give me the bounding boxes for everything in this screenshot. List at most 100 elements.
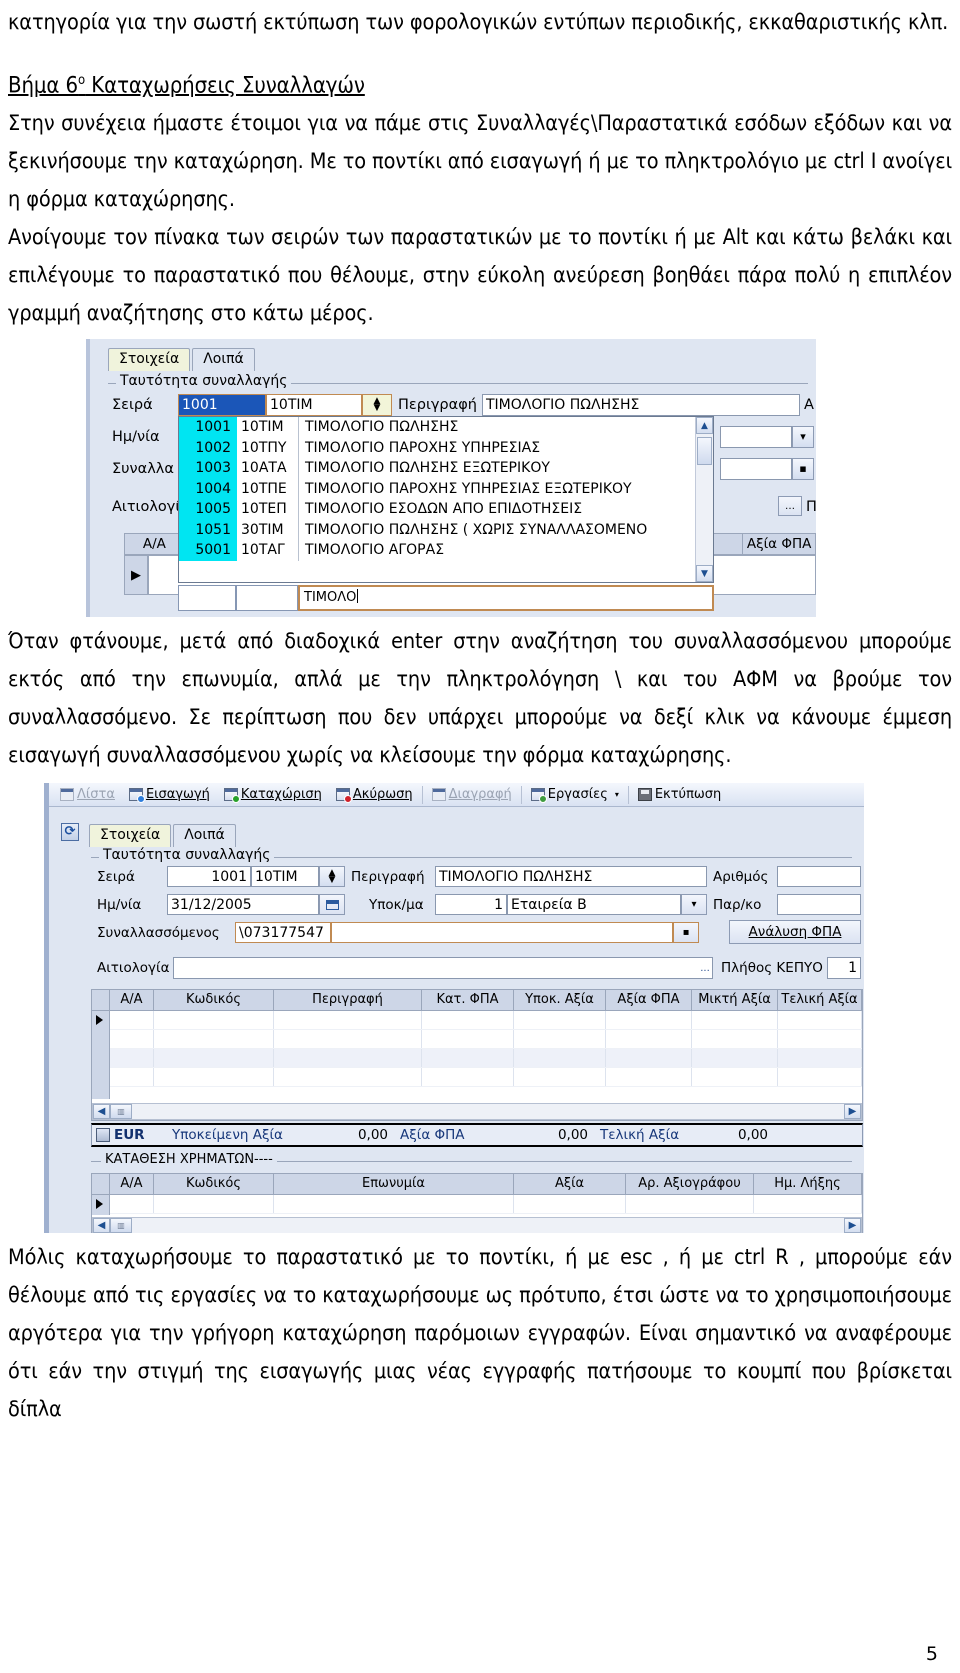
dropdown-item[interactable]: 1051 30ΤΙΜ ΤΙΜΟΛΟΓΙΟ ΠΩΛΗΣΗΣ ( ΧΩΡΙΣ ΣΥΝ…: [179, 519, 695, 541]
cell: [110, 1195, 154, 1214]
scroll-up-icon[interactable]: ▲: [696, 417, 713, 435]
input-hmnia[interactable]: [720, 426, 792, 449]
tab-loipa[interactable]: Λοιπά: [173, 824, 236, 848]
input-arithmos[interactable]: [777, 866, 861, 888]
chevron-down-icon[interactable]: ▾: [615, 790, 619, 799]
input-perigrafi[interactable]: ΤΙΜΟΛΟΓΙΟ ΠΩΛΗΣΗΣ: [482, 394, 800, 417]
paragraph-4: Όταν φτάνουμε, μετά από διαδοχικά enter …: [8, 629, 952, 769]
dropdown-item[interactable]: 1005 10ΤΕΠ ΤΙΜΟΛΟΓΙΟ ΕΣΟΔΩΝ ΑΠΟ ΕΠΙΔΟΤΗΣ…: [179, 499, 695, 520]
scroll-left-icon[interactable]: ◀: [93, 1218, 110, 1234]
document-page: κατηγορία για την σωστή εκτύπωση των φορ…: [0, 0, 960, 1673]
dropdown-item-desc: ΤΙΜΟΛΟΓΙΟ ΠΩΛΗΣΗΣ: [305, 419, 459, 436]
cell: [514, 1049, 606, 1068]
search-cell-code[interactable]: [178, 585, 236, 612]
cell: [514, 1011, 606, 1030]
dropdown-item-abbr: 10ΤΙΜ: [237, 417, 299, 438]
series-dropdown-list[interactable]: 1001 10ΤΙΜ ΤΙΜΟΛΟΓΙΟ ΠΩΛΗΣΗΣ 1002 10ΤΠΥ …: [178, 416, 714, 584]
tab-stoixeia[interactable]: Στοιχεία: [89, 824, 172, 848]
dropdown-item[interactable]: 1003 10ΑΤΑ ΤΙΜΟΛΟΓΙΟ ΠΩΛΗΣΗΣ ΕΞΩΤΕΡΙΚΟΥ: [179, 458, 695, 479]
paragraph-5: Μόλις καταχωρήσουμε το παραστατικό με το…: [8, 1245, 952, 1423]
analysi-fpa-button[interactable]: Ανάλυση ΦΠΑ: [729, 920, 861, 945]
dropdown-item-abbr: 10ΑΤΑ: [237, 458, 299, 479]
hscrollbar-thumb[interactable]: ▥: [110, 1104, 132, 1120]
refresh-icon[interactable]: ⟳: [61, 823, 79, 842]
input-seira-code[interactable]: 1001: [178, 394, 266, 417]
dropdown-item[interactable]: 1002 10ΤΠΥ ΤΙΜΟΛΟΓΙΟ ΠΑΡΟΧΗΣ ΥΠΗΡΕΣΙΑΣ: [179, 437, 695, 459]
cell: [274, 1030, 422, 1049]
lines-grid-body[interactable]: [92, 1011, 862, 1100]
input-ypokma-name[interactable]: Εταιρεία Β: [507, 894, 681, 916]
grid-row-gutter: [92, 1011, 110, 1100]
heading-text: Καταχωρήσεις Συναλλαγών: [85, 73, 365, 99]
cell: [606, 1011, 692, 1030]
aitiologia-ellipsis-button[interactable]: …: [778, 496, 802, 517]
dropdown-item[interactable]: 5001 10ΤΑΓ ΤΙΜΟΛΟΓΙΟ ΑΓΟΡΑΣ: [179, 540, 695, 561]
scroll-right-icon[interactable]: ▶: [844, 1104, 861, 1120]
seira-spin-button[interactable]: ▲ ▼: [362, 394, 392, 417]
dropdown-scrollbar[interactable]: ▲ ▼: [695, 417, 713, 583]
scroll-right-icon[interactable]: ▶: [844, 1218, 861, 1234]
table-row[interactable]: [110, 1195, 862, 1215]
seira-spin-button[interactable]: ▲ ▼: [319, 866, 345, 888]
table-row[interactable]: [110, 1049, 862, 1069]
tab-loipa[interactable]: Λοιπά: [192, 348, 255, 372]
input-synallassomenos-code[interactable]: \073177547: [235, 922, 331, 944]
input-parko[interactable]: [777, 894, 861, 916]
ypokma-dropdown-button[interactable]: ▾: [681, 894, 707, 916]
scroll-down-icon[interactable]: ▼: [696, 565, 713, 583]
dropdown-item[interactable]: 1001 10ΤΙΜ ΤΙΜΟΛΟΓΙΟ ΠΩΛΗΣΗΣ: [179, 417, 695, 438]
dropdown-item[interactable]: 1004 10ΤΠΕ ΤΙΜΟΛΟΓΙΟ ΠΑΡΟΧΗΣ ΥΠΗΡΕΣΙΑΣ Ε…: [179, 478, 695, 500]
hscrollbar-thumb[interactable]: ▥: [110, 1218, 132, 1234]
toolbar-button-diagrafi[interactable]: Διαγραφή: [425, 784, 519, 806]
cell: [778, 1011, 862, 1030]
payments-grid-body[interactable]: [92, 1195, 862, 1216]
totals-label-ypokeimeni: Υποκείμενη Αξία: [172, 1127, 283, 1144]
input-hmnia[interactable]: 31/12/2005: [167, 894, 319, 916]
input-perigrafi[interactable]: ΤΙΜΟΛΟΓΙΟ ΠΩΛΗΣΗΣ: [435, 866, 707, 888]
input-seira-abbr[interactable]: 10ΤΙΜ: [251, 866, 319, 888]
scrollbar-thumb[interactable]: [697, 437, 712, 466]
grid-header-kodikos: Κωδικός: [154, 1174, 274, 1195]
calendar-icon-button[interactable]: [319, 894, 345, 916]
table-row[interactable]: [110, 1011, 862, 1031]
grid-header-ar-axiografou: Αρ. Αξιογράφου: [626, 1174, 754, 1195]
cell: [110, 1011, 154, 1030]
paragraph-1: κατηγορία για την σωστή εκτύπωση των φορ…: [8, 10, 949, 35]
input-synallassomenos-name[interactable]: [331, 922, 673, 944]
toolbar-button-eisagogi[interactable]: Εισαγωγή: [122, 784, 217, 806]
payments-grid[interactable]: Α/Α Κωδικός Επωνυμία Αξία Αρ. Αξιογράφου…: [91, 1173, 863, 1234]
lines-grid[interactable]: Α/Α Κωδικός Περιγραφή Κατ. ΦΠΑ Υποκ. Αξί…: [91, 989, 863, 1122]
toolbar-separator: [421, 785, 423, 804]
toolbar-button-akyrosi[interactable]: Ακύρωση: [329, 784, 420, 806]
label-aitiologia: Αιτιολογία: [97, 960, 170, 977]
grid-header-im-liksis: Ημ. Λήξης: [754, 1174, 862, 1195]
tab-stoixeia[interactable]: Στοιχεία: [108, 348, 191, 372]
grid-header-kat-fpa: Κατ. ΦΠΑ: [422, 990, 514, 1011]
synallassomenos-picker-button[interactable]: ▪: [792, 458, 814, 481]
table-row[interactable]: [110, 1030, 862, 1050]
hmnia-dropdown-button[interactable]: ▾: [792, 426, 814, 449]
synallassomenos-picker-button[interactable]: ▪: [673, 922, 699, 944]
scroll-left-icon[interactable]: ◀: [93, 1104, 110, 1120]
label-synallassomenos: Συναλλα: [112, 461, 174, 478]
search-input[interactable]: ΤΙΜΟΛΟ: [298, 585, 714, 612]
payments-grid-hscrollbar[interactable]: ◀ ▥ ▶: [92, 1217, 862, 1234]
toolbar-button-ektyposi[interactable]: Εκτύπωση: [631, 784, 728, 806]
toolbar-button-lista[interactable]: Λίστα: [53, 784, 122, 806]
totals-bar: EUR Υποκείμενη Αξία 0,00 Αξία ΦΠΑ 0,00 Τ…: [91, 1123, 863, 1148]
totals-currency: EUR: [114, 1127, 145, 1144]
input-ypokma-code[interactable]: 1: [435, 894, 507, 916]
input-seira-code[interactable]: 1001: [167, 866, 251, 888]
input-seira-abbr[interactable]: 10ΤΙΜ: [266, 394, 362, 417]
input-plithos-kepyo[interactable]: 1: [827, 957, 861, 980]
input-aitiologia[interactable]: [173, 957, 713, 980]
aitiologia-ellipsis-button[interactable]: ...: [695, 958, 715, 978]
lines-grid-hscrollbar[interactable]: ◀ ▥ ▶: [92, 1103, 862, 1121]
grid-header-aa: Α/Α: [125, 534, 185, 555]
toolbar-button-ergasies[interactable]: Εργασίες ▾: [524, 784, 626, 806]
input-synallassomenos[interactable]: [720, 458, 792, 481]
search-cell-abbr[interactable]: [236, 585, 298, 612]
cell: [514, 1030, 606, 1049]
table-row[interactable]: [110, 1068, 862, 1088]
toolbar-button-kataxorisi[interactable]: Καταχώριση: [217, 784, 329, 806]
